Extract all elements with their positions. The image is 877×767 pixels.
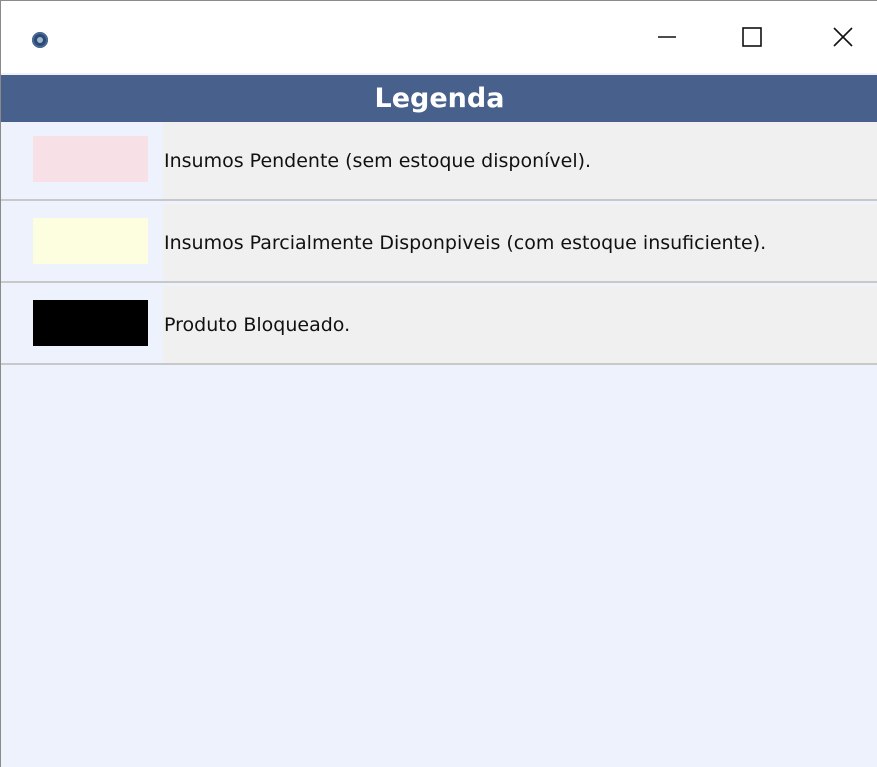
legend-row-blocked: Produto Bloqueado.: [1, 286, 877, 365]
swatch-cell: [1, 122, 163, 199]
legend-header: Legenda: [1, 75, 877, 122]
legend-label-pending: Insumos Pendente (sem estoque disponível…: [164, 149, 592, 172]
title-bar[interactable]: [1, 1, 877, 73]
legend-label-blocked: Produto Bloqueado.: [164, 313, 351, 336]
color-swatch-partial: [33, 218, 148, 264]
color-swatch-blocked: [33, 300, 148, 346]
maximize-icon: [742, 27, 762, 47]
minimize-icon: [658, 36, 676, 38]
close-button[interactable]: [813, 1, 873, 73]
legend-row-pending: Insumos Pendente (sem estoque disponível…: [1, 122, 877, 201]
legend-label-partial: Insumos Parcialmente Disponpiveis (com e…: [164, 231, 767, 254]
close-icon: [833, 27, 853, 47]
color-swatch-pending: [33, 136, 148, 182]
legend-row-partial: Insumos Parcialmente Disponpiveis (com e…: [1, 204, 877, 283]
swatch-cell: [1, 286, 163, 363]
maximize-button[interactable]: [722, 1, 782, 73]
minimize-button[interactable]: [637, 1, 697, 73]
legend-window: Legenda Insumos Pendente (sem estoque di…: [0, 0, 877, 767]
legend-title: Legenda: [374, 83, 505, 114]
app-icon[interactable]: [32, 32, 48, 48]
swatch-cell: [1, 204, 163, 281]
